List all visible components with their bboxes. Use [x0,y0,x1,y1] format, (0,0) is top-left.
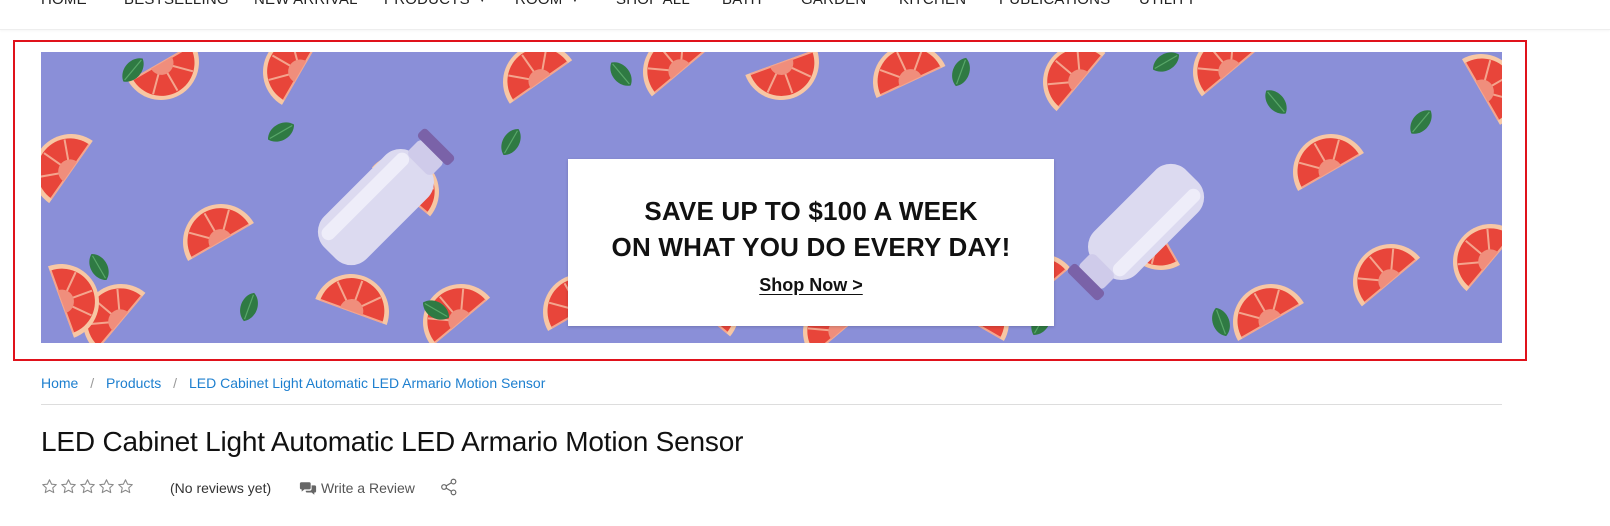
breadcrumb-products[interactable]: Products [106,375,161,391]
write-review-label: Write a Review [321,480,415,496]
write-review-link[interactable]: Write a Review [299,480,415,496]
nav-item-products-label: PRODUCTS [384,0,470,8]
nav-item-utility[interactable]: UTILITY [1139,0,1196,8]
star-outline-icon [99,479,114,494]
breadcrumb-separator: / [90,375,95,391]
nav-item-publications[interactable]: PUBLICATIONS [999,0,1110,8]
nav-item-room[interactable]: ROOM ▼ [515,0,580,8]
star-outline-icon [118,479,133,494]
nav-item-shop-all[interactable]: SHOP ALL [616,0,690,8]
breadcrumb-divider [41,404,1502,405]
nav-item-home[interactable]: HOME [41,0,87,8]
review-count-text: (No reviews yet) [170,480,272,496]
breadcrumb-home[interactable]: Home [41,375,78,391]
comments-icon [299,481,317,495]
star-outline-icon [42,479,57,494]
star-outline-icon [80,479,95,494]
promo-headline-line2: ON WHAT YOU DO EVERY DAY! [611,232,1011,262]
share-icon[interactable] [440,478,458,496]
breadcrumb-current-product[interactable]: LED Cabinet Light Automatic LED Armario … [189,375,545,391]
nav-item-new-arrival[interactable]: NEW ARRIVAL [254,0,358,8]
star-rating[interactable] [41,478,134,495]
chevron-down-icon: ▼ [478,0,487,4]
top-navigation: HOME BESTSELLING NEW ARRIVAL PRODUCTS ▼ R… [0,0,1610,30]
nav-item-garden[interactable]: GARDEN [801,0,866,8]
promo-headline-line1: SAVE UP TO $100 A WEEK [644,196,978,226]
breadcrumb: Home / Products / LED Cabinet Light Auto… [41,375,545,391]
product-title: LED Cabinet Light Automatic LED Armario … [41,426,744,457]
review-row: (No reviews yet) Write a Review [41,478,641,500]
promo-banner[interactable]: SAVE UP TO $100 A WEEK ON WHAT YOU DO EV… [41,52,1502,343]
chevron-down-icon: ▼ [570,0,579,4]
breadcrumb-separator: / [173,375,178,391]
nav-item-bath[interactable]: BATH [722,0,762,8]
shop-now-link[interactable]: Shop Now > [759,275,863,296]
star-outline-icon [61,479,76,494]
nav-item-products[interactable]: PRODUCTS ▼ [384,0,487,8]
nav-item-room-label: ROOM [515,0,562,8]
nav-item-bestselling[interactable]: BESTSELLING [124,0,229,8]
promo-card: SAVE UP TO $100 A WEEK ON WHAT YOU DO EV… [568,159,1054,326]
nav-item-kitchen[interactable]: KITCHEN [899,0,966,8]
